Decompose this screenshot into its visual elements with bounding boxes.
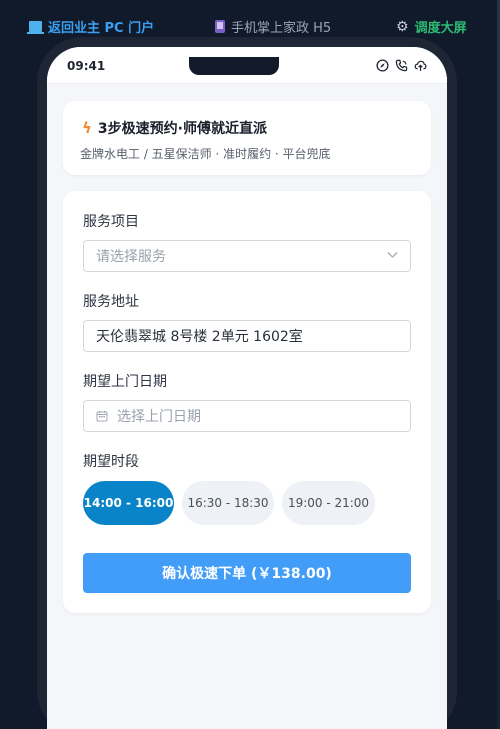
service-placeholder: 请选择服务 xyxy=(96,249,166,265)
phone-icon xyxy=(395,59,408,72)
booking-form: 服务项目 请选择服务 服务地址 天伦翡翠城 8号楼 2单元 1602室 期望上门… xyxy=(63,191,431,613)
promo-card: ϟ 3步极速预约·师傅就近直派 金牌水电工 / 五星保洁师 · 准时履约 · 平… xyxy=(63,101,431,175)
dispatch-screen-link[interactable]: ⚙ 调度大屏 xyxy=(396,17,467,37)
h5-link[interactable]: 手机掌上家政 H5 xyxy=(215,17,331,36)
address-label: 服务地址 xyxy=(83,294,139,310)
time-slot[interactable]: 19:00 - 21:00 xyxy=(282,481,375,525)
time-slot[interactable]: 16:30 - 18:30 xyxy=(182,481,274,525)
mobile-icon xyxy=(215,20,225,33)
service-select[interactable]: 请选择服务 xyxy=(83,240,411,272)
service-label: 服务项目 xyxy=(83,214,139,230)
date-placeholder: 选择上门日期 xyxy=(117,409,201,425)
status-icons xyxy=(376,59,427,72)
status-bar: 09:41 xyxy=(47,47,447,84)
calendar-icon xyxy=(96,411,108,422)
chevron-down-icon xyxy=(387,252,398,258)
lightning-icon: ϟ xyxy=(82,119,92,137)
date-label: 期望上门日期 xyxy=(83,374,167,390)
promo-subtitle: 金牌水电工 / 五星保洁师 · 准时履约 · 平台兜底 xyxy=(80,147,331,161)
dispatch-label: 调度大屏 xyxy=(414,21,467,36)
time-slot[interactable]: 14:00 - 16:00 xyxy=(83,481,174,525)
h5-label: 手机掌上家政 H5 xyxy=(231,21,332,36)
time-label: 期望时段 xyxy=(83,454,139,470)
address-input[interactable]: 天伦翡翠城 8号楼 2单元 1602室 xyxy=(83,320,411,352)
pc-portal-label: 返回业主 PC 门户 xyxy=(48,21,155,36)
phone-screen: 09:41 ϟ 3步极速预约·师傅就近直派 金牌水电工 / 五星保洁师 · 准时… xyxy=(47,47,447,729)
date-picker[interactable]: 选择上门日期 xyxy=(83,400,411,432)
compass-icon xyxy=(376,59,389,72)
phone-notch xyxy=(189,57,279,75)
promo-title-text: 3步极速预约·师傅就近直派 xyxy=(97,121,267,137)
pc-portal-link[interactable]: 返回业主 PC 门户 xyxy=(27,17,155,36)
laptop-icon xyxy=(27,21,44,34)
cloud-upload-icon xyxy=(414,60,427,71)
promo-title: ϟ 3步极速预约·师傅就近直派 xyxy=(82,118,267,138)
gear-icon: ⚙ xyxy=(396,18,409,35)
status-time: 09:41 xyxy=(67,59,106,73)
submit-order-button[interactable]: 确认极速下单 (￥138.00) xyxy=(83,553,411,593)
time-slot-group: 14:00 - 16:00 16:30 - 18:30 19:00 - 21:0… xyxy=(83,481,375,525)
address-value: 天伦翡翠城 8号楼 2单元 1602室 xyxy=(96,329,303,345)
